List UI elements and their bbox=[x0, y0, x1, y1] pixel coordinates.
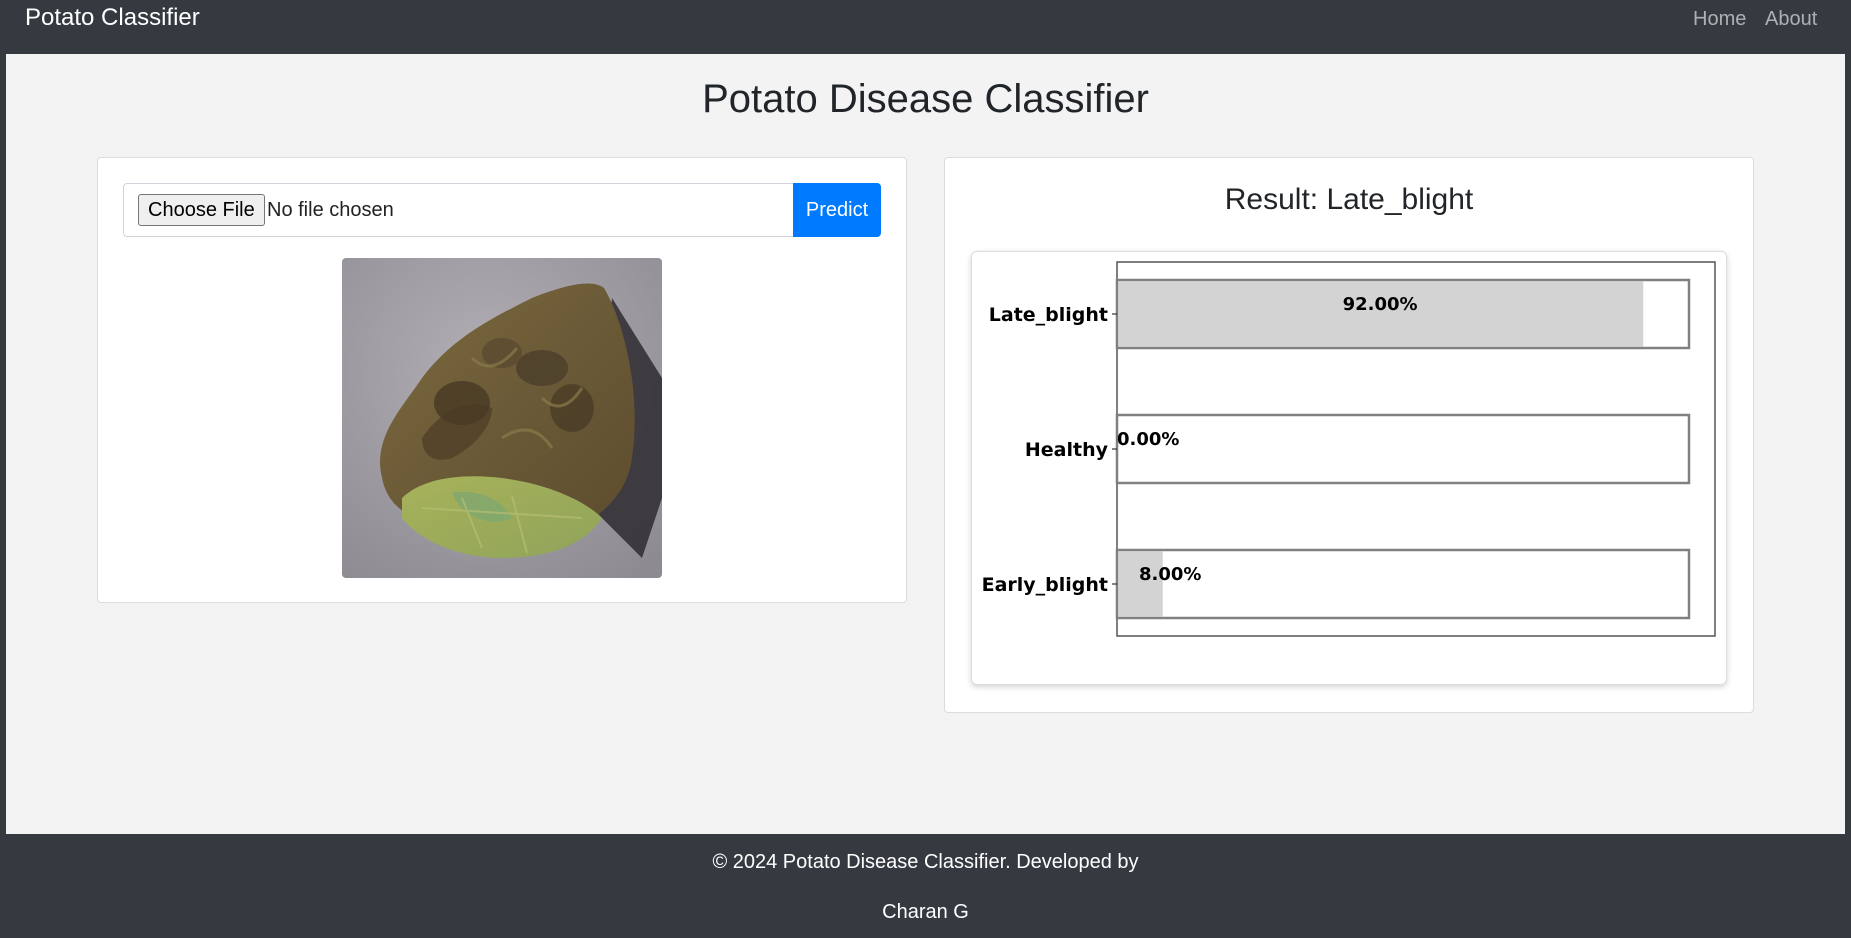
bar-track-healthy bbox=[1115, 413, 1691, 485]
chart-bars: Late_blight 92.00% Healthy 0.00% Early_bligh… bbox=[982, 278, 1691, 620]
result-card: Result: Late_blight Late_blight 92.00% Hea… bbox=[944, 157, 1754, 713]
page-title: Potato Disease Classifier bbox=[702, 77, 1149, 121]
navbar: Potato Classifier Home About bbox=[0, 0, 1851, 54]
upload-card: Choose File No file chosen Predict bbox=[97, 157, 907, 603]
result-title: Result: Late_blight bbox=[1224, 183, 1474, 216]
choose-file-button[interactable]: Choose File bbox=[138, 194, 265, 226]
value-label-late-blight: 92.00% bbox=[1343, 294, 1418, 315]
file-input-group: Choose File No file chosen Predict bbox=[123, 183, 881, 237]
footer-author: Charan G bbox=[882, 901, 969, 923]
predict-button[interactable]: Predict bbox=[793, 183, 881, 237]
category-label-early-blight: Early_blight bbox=[982, 574, 1108, 596]
uploaded-leaf-image bbox=[342, 258, 662, 578]
nav-about-link[interactable]: About bbox=[1765, 8, 1817, 31]
navbar-brand[interactable]: Potato Classifier bbox=[25, 4, 200, 32]
category-label-healthy: Healthy bbox=[1025, 439, 1109, 461]
leaf-photo bbox=[342, 258, 662, 578]
prediction-chart-svg: Late_blight 92.00% Healthy 0.00% Early_bligh… bbox=[982, 261, 1716, 637]
value-label-healthy: 0.00% bbox=[1117, 429, 1179, 450]
bar-track-early-blight bbox=[1115, 548, 1691, 620]
nav-home-link[interactable]: Home bbox=[1693, 8, 1746, 31]
footer-copyright: © 2024 Potato Disease Classifier. Develo… bbox=[712, 851, 1139, 873]
file-status-text: No file chosen bbox=[267, 199, 394, 221]
value-label-early-blight: 8.00% bbox=[1139, 564, 1201, 585]
prediction-chart: Late_blight 92.00% Healthy 0.00% Early_bligh… bbox=[971, 251, 1727, 685]
category-label-late-blight: Late_blight bbox=[989, 304, 1108, 326]
